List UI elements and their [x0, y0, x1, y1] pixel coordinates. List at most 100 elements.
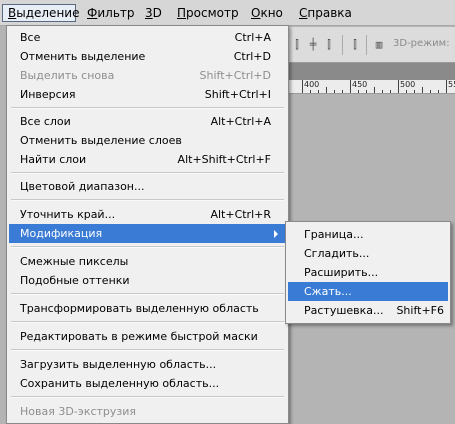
ruler-tick	[326, 87, 327, 93]
menubar-item-filter[interactable]: Фильтр	[82, 4, 140, 22]
menu-divider	[11, 246, 284, 248]
submenu-item-expand[interactable]: Расширить...	[288, 263, 448, 282]
menu-item-label: Отменить выделение	[20, 50, 146, 63]
menu-item-deselect[interactable]: Отменить выделение Ctrl+D	[9, 47, 286, 66]
menubar-item-select[interactable]: Выделение	[2, 4, 80, 22]
ruler-tick	[302, 80, 303, 93]
menu-item-shortcut: Shift+Ctrl+D	[199, 69, 271, 82]
menu-item-label: Отменить выделение слоев	[20, 134, 182, 147]
menubar-item-help-label: правка	[307, 6, 352, 20]
ruler-tick	[318, 90, 319, 93]
submenu-item-feather[interactable]: Растушевка... Shift+F6	[288, 301, 448, 320]
ruler-label: 500	[400, 80, 416, 89]
menu-item-reselect: Выделить снова Shift+Ctrl+D	[9, 66, 286, 85]
menu-item-label: Подобные оттенки	[20, 274, 130, 287]
menu-divider	[11, 293, 284, 295]
menu-item-label: Найти слои	[20, 153, 87, 166]
menu-item-quick-mask[interactable]: Редактировать в режиме быстрой маски	[9, 327, 286, 346]
menubar-item-filter-label: ильтр	[97, 6, 135, 20]
menu-item-label: Трансформировать выделенную область	[20, 302, 259, 315]
menu-divider	[11, 199, 284, 201]
ruler-tick	[310, 90, 311, 93]
menubar-item-view[interactable]: Просмотр	[172, 4, 244, 22]
select-menu: Все Ctrl+A Отменить выделение Ctrl+D Выд…	[6, 25, 289, 424]
ruler-tick	[366, 90, 367, 93]
ruler-tick	[398, 80, 399, 93]
distribute-icon[interactable]: ⫿	[348, 38, 362, 52]
menubar-item-3d[interactable]: 3D	[140, 4, 167, 22]
menu-item-grow[interactable]: Смежные пикселы	[9, 252, 286, 271]
menubar-item-help[interactable]: Справка	[294, 4, 357, 22]
document-tab-strip	[286, 63, 455, 80]
menu-item-label: Новая 3D-экструзия	[20, 405, 137, 418]
menubar-item-view-mnemonic: П	[177, 6, 187, 20]
ruler-tick	[422, 87, 423, 93]
menu-item-color-range[interactable]: Цветовой диапазон...	[9, 177, 286, 196]
submenu-item-shortcut: Shift+F6	[396, 304, 444, 317]
menu-divider	[11, 172, 284, 174]
menu-item-shortcut: Alt+Shift+Ctrl+F	[177, 153, 271, 166]
menu-item-label: Выделить снова	[20, 69, 115, 82]
ruler-tick	[374, 87, 375, 93]
menu-item-shortcut: Ctrl+A	[234, 31, 271, 44]
menu-divider	[11, 396, 284, 398]
menu-item-all-layers[interactable]: Все слои Alt+Ctrl+A	[9, 112, 286, 131]
menu-item-label: Инверсия	[20, 88, 76, 101]
menu-item-label: Модификация	[20, 227, 103, 240]
menu-item-label: Все слои	[20, 115, 71, 128]
ruler-tick	[414, 90, 415, 93]
menubar-item-select-label: ыделение	[16, 6, 80, 20]
options-separator	[366, 35, 367, 55]
menubar-item-3d-mnemonic: 3	[145, 6, 153, 20]
menu-item-modify[interactable]: Модификация	[9, 224, 286, 243]
submenu-item-border[interactable]: Граница...	[288, 225, 448, 244]
ruler-tick	[342, 90, 343, 93]
menubar-item-window[interactable]: Окно	[246, 4, 288, 22]
align-left-icon[interactable]: ⫿	[290, 38, 304, 52]
submenu-arrow-icon	[274, 230, 278, 238]
menu-item-label: Редактировать в режиме быстрой маски	[20, 330, 258, 343]
menubar-item-select-mnemonic: В	[8, 6, 17, 20]
menu-item-label: Сохранить выделенную область...	[20, 377, 220, 390]
menu-item-inverse[interactable]: Инверсия Shift+Ctrl+I	[9, 85, 286, 104]
submenu-item-label: Расширить...	[304, 266, 379, 279]
menu-item-save-selection[interactable]: Сохранить выделенную область...	[9, 374, 286, 393]
ruler-tick	[430, 90, 431, 93]
ruler-tick	[334, 90, 335, 93]
menu-item-deselect-layers[interactable]: Отменить выделение слоев	[9, 131, 286, 150]
menu-item-label: Цветовой диапазон...	[20, 180, 145, 193]
menu-divider	[11, 107, 284, 109]
menubar-item-filter-mnemonic: Ф	[87, 6, 98, 20]
submenu-item-label: Сжать...	[304, 285, 352, 298]
menu-item-refine-edge[interactable]: Уточнить край... Alt+Ctrl+R	[9, 205, 286, 224]
menu-item-similar[interactable]: Подобные оттенки	[9, 271, 286, 290]
menu-item-label: Смежные пикселы	[20, 255, 129, 268]
ruler-tick	[438, 90, 439, 93]
options-bar: ⫿ ╪ ⫿ ⫿ ▥ 3D-режим:	[286, 27, 455, 63]
menu-item-transform-selection[interactable]: Трансформировать выделенную область	[9, 299, 286, 318]
menu-item-new-3d-extrusion: Новая 3D-экструзия	[9, 402, 286, 421]
menu-item-find-layers[interactable]: Найти слои Alt+Shift+Ctrl+F	[9, 150, 286, 169]
submenu-item-label: Растушевка...	[304, 304, 384, 317]
ruler-tick	[382, 90, 383, 93]
menu-item-all[interactable]: Все Ctrl+A	[9, 28, 286, 47]
horizontal-ruler: 400 450 500 550	[286, 80, 455, 94]
align-center-icon[interactable]: ╪	[306, 38, 320, 52]
menu-divider	[11, 349, 284, 351]
submenu-item-smooth[interactable]: Сгладить...	[288, 244, 448, 263]
menubar-item-view-label: росмотр	[186, 6, 239, 20]
menu-item-shortcut: Ctrl+D	[233, 50, 271, 63]
modify-submenu: Граница... Сгладить... Расширить... Сжат…	[285, 221, 451, 324]
menu-item-shortcut: Alt+Ctrl+A	[210, 115, 271, 128]
align-right-icon[interactable]: ⫿	[322, 38, 336, 52]
menu-item-load-selection[interactable]: Загрузить выделенную область...	[9, 355, 286, 374]
ruler-tick	[350, 80, 351, 93]
distribute-spacing-icon[interactable]: ▥	[372, 38, 386, 52]
menu-item-label: Загрузить выделенную область...	[20, 358, 217, 371]
submenu-item-contract[interactable]: Сжать...	[288, 282, 448, 301]
ruler-label: 550	[448, 80, 455, 89]
ruler-tick	[390, 90, 391, 93]
menu-item-shortcut: Shift+Ctrl+I	[204, 88, 271, 101]
ruler-tick	[446, 80, 447, 93]
ruler-tick	[358, 90, 359, 93]
